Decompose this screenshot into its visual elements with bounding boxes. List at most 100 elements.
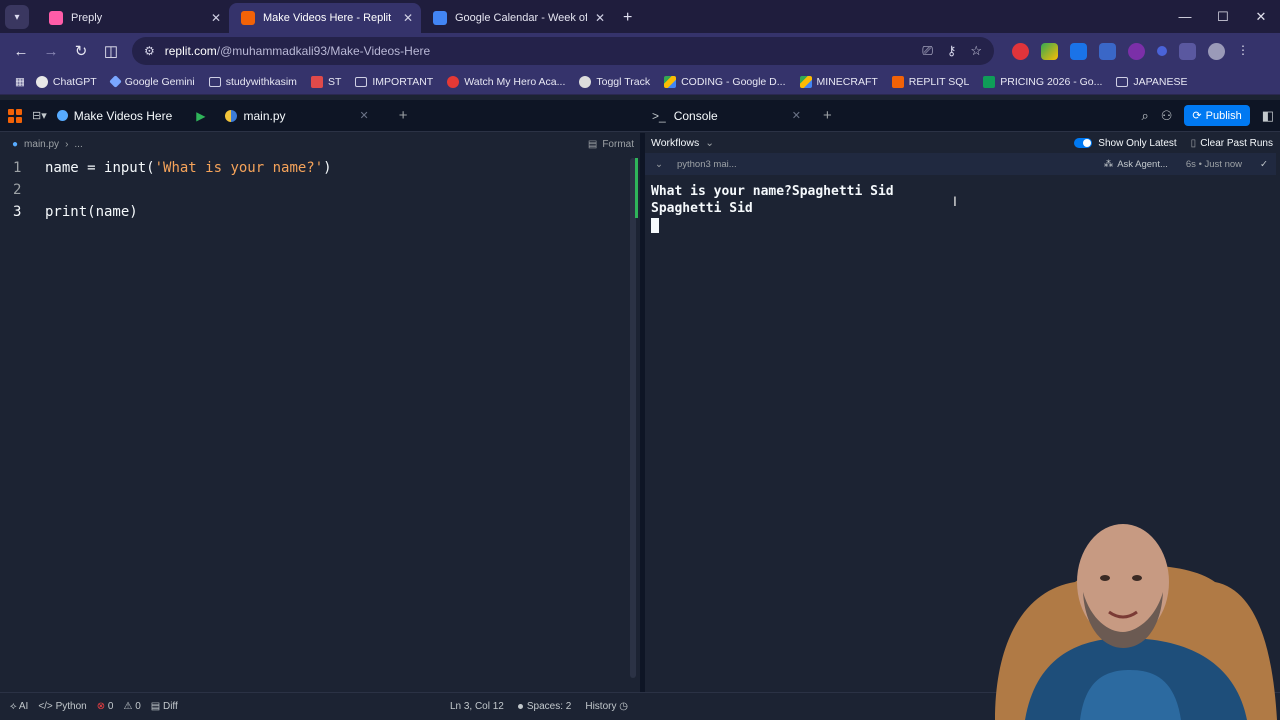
bookmark-label: Toggl Track: [596, 75, 651, 88]
extension-pink-icon[interactable]: [1128, 42, 1145, 60]
run-entry-row[interactable]: ⌄ python3 mai... ⁂ Ask Agent... 6s • Just…: [645, 153, 1276, 175]
extensions-puzzle-icon[interactable]: [1179, 42, 1196, 60]
cursor-position[interactable]: Ln 3, Col 12: [450, 701, 504, 712]
bookmark-chatgpt[interactable]: ChatGPT: [29, 75, 104, 88]
file-tab-main-py[interactable]: main.py ✕: [215, 100, 378, 131]
bookmark-minecraft[interactable]: MINECRAFT: [793, 75, 885, 88]
code-line[interactable]: 3 print(name): [0, 201, 640, 223]
warnings-status[interactable]: ⚠ 0: [123, 701, 140, 712]
show-only-latest-toggle[interactable]: Show Only Latest: [1074, 137, 1177, 149]
ask-agent-button[interactable]: ⁂ Ask Agent...: [1104, 159, 1168, 170]
bookmark-pricing[interactable]: PRICING 2026 - Go...: [976, 75, 1109, 88]
format-button[interactable]: ▤ Format: [588, 139, 634, 150]
code-line[interactable]: 1 name = input('What is your name?'): [0, 157, 640, 179]
close-window-icon[interactable]: ✕: [1242, 0, 1280, 33]
split-view-icon[interactable]: ◫: [98, 38, 124, 64]
bookmark-studywithkasim[interactable]: studywithkasim: [202, 76, 304, 88]
bookmark-hero-academia[interactable]: Watch My Hero Aca...: [440, 75, 572, 88]
close-tab-icon[interactable]: ✕: [211, 11, 221, 25]
bookmark-label: PRICING 2026 - Go...: [1000, 75, 1103, 88]
bookmark-st[interactable]: ST: [304, 75, 348, 88]
search-icon[interactable]: ⌕: [1141, 108, 1148, 124]
close-tab-icon[interactable]: ✕: [403, 11, 413, 25]
password-key-icon[interactable]: ⚷: [947, 43, 957, 59]
bookmark-gemini[interactable]: Google Gemini: [104, 75, 202, 88]
errors-status[interactable]: ⊗ 0: [97, 701, 114, 712]
url-path: /@muhammadkali93/Make-Videos-Here: [216, 44, 431, 58]
show-only-latest-label: Show Only Latest: [1098, 137, 1177, 149]
python-file-icon: [225, 109, 238, 122]
site-info-icon[interactable]: ⚙: [144, 44, 155, 58]
layout-panel-icon[interactable]: ◧: [1262, 108, 1274, 124]
sidebar-toggle-icon[interactable]: ⊟▾: [32, 109, 47, 122]
bookmark-toggl[interactable]: Toggl Track: [572, 75, 657, 88]
bookmark-japanese[interactable]: JAPANESE: [1109, 76, 1194, 88]
code-area[interactable]: 1 name = input('What is your name?') 2 3 pri…: [0, 157, 640, 223]
add-pane-tab-icon[interactable]: +: [823, 107, 832, 124]
profile-avatar[interactable]: [1208, 42, 1225, 60]
bookmark-label: Watch My Hero Aca...: [464, 75, 566, 88]
bookmark-label: CODING - Google D...: [681, 75, 786, 88]
bookmark-coding[interactable]: CODING - Google D...: [657, 75, 792, 88]
tab-search-icon[interactable]: ▾: [5, 5, 29, 29]
file-dot-icon: ●: [12, 138, 19, 150]
forward-icon[interactable]: →: [38, 38, 64, 64]
extension-drive-icon[interactable]: [1041, 42, 1058, 60]
breadcrumb-file[interactable]: main.py: [24, 139, 59, 150]
reload-icon[interactable]: ↻: [68, 38, 94, 64]
console-tab[interactable]: >_ Console ✕: [648, 100, 805, 131]
spaces-setting[interactable]: Spaces: 2: [517, 701, 571, 712]
editor-scrollbar[interactable]: [630, 158, 636, 678]
line-number: 2: [13, 182, 22, 198]
history-button[interactable]: History ◷: [585, 701, 628, 712]
minimize-icon[interactable]: —: [1166, 0, 1204, 33]
code-token: print(name): [45, 204, 138, 220]
install-app-icon[interactable]: ⎚: [922, 43, 932, 59]
omnibox[interactable]: ⚙ replit.com/@muhammadkali93/Make-Videos…: [132, 37, 994, 65]
diff-label: Diff: [162, 701, 178, 712]
workflows-dropdown[interactable]: Workflows ⌄: [651, 137, 714, 149]
extension-red-icon[interactable]: [1012, 42, 1029, 60]
code-line[interactable]: 2: [0, 179, 640, 201]
video-icon: [447, 75, 460, 88]
bookmark-important[interactable]: IMPORTANT: [348, 76, 440, 88]
tab-title: Make Videos Here - Replit: [263, 12, 392, 24]
project-name-button[interactable]: Make Videos Here: [56, 109, 172, 123]
apps-grid-icon[interactable]: ▦: [8, 76, 29, 88]
code-text: name = input('What is your name?'): [36, 160, 332, 176]
console-output[interactable]: What is your name?Spaghetti Sid Spaghett…: [645, 175, 1280, 233]
url-text[interactable]: replit.com/@muhammadkali93/Make-Videos-H…: [165, 44, 430, 58]
replit-logo-icon[interactable]: [8, 108, 22, 123]
diff-button[interactable]: ▤ Diff: [151, 701, 178, 712]
close-console-tab-icon[interactable]: ✕: [792, 109, 801, 122]
extension-play-icon[interactable]: [1070, 42, 1087, 60]
add-tab-icon[interactable]: +: [399, 107, 408, 124]
clear-past-runs-button[interactable]: ▯ Clear Past Runs: [1191, 138, 1273, 149]
folder-icon: [208, 76, 221, 87]
url-domain: replit.com: [164, 44, 217, 58]
extension-blue-icon[interactable]: [1157, 46, 1167, 56]
invite-user-icon[interactable]: ⚇: [1161, 108, 1173, 124]
run-name: python3 mai...: [676, 158, 737, 170]
run-button[interactable]: ▶: [196, 109, 205, 123]
warning-icon: ⚠: [123, 701, 133, 712]
ai-status[interactable]: ⟡ AI: [10, 701, 28, 712]
extension-edit-icon[interactable]: [1099, 42, 1116, 60]
close-tab-icon[interactable]: ✕: [595, 11, 605, 25]
close-file-tab-icon[interactable]: ✕: [360, 109, 369, 122]
chevron-down-icon[interactable]: ⌄: [655, 159, 663, 170]
browser-tab-replit[interactable]: Make Videos Here - Replit ✕: [229, 3, 421, 33]
browser-tab-preply[interactable]: Preply ✕: [37, 3, 229, 33]
language-label: Python: [55, 701, 87, 712]
language-status[interactable]: </> Python: [38, 701, 86, 712]
back-icon[interactable]: ←: [8, 38, 34, 64]
maximize-icon[interactable]: ☐: [1204, 0, 1242, 33]
bookmark-star-icon[interactable]: ☆: [970, 43, 982, 59]
diff-icon: ▤: [150, 701, 161, 712]
new-tab-icon[interactable]: +: [623, 9, 632, 27]
browser-tab-calendar[interactable]: Google Calendar - Week of Feb ✕: [421, 3, 613, 33]
bookmark-replit-sql[interactable]: REPLIT SQL: [885, 75, 977, 88]
browser-menu-icon[interactable]: ⋮: [1237, 43, 1249, 60]
publish-button[interactable]: ⟳ Publish: [1184, 105, 1250, 126]
breadcrumb-more[interactable]: ...: [74, 139, 82, 150]
